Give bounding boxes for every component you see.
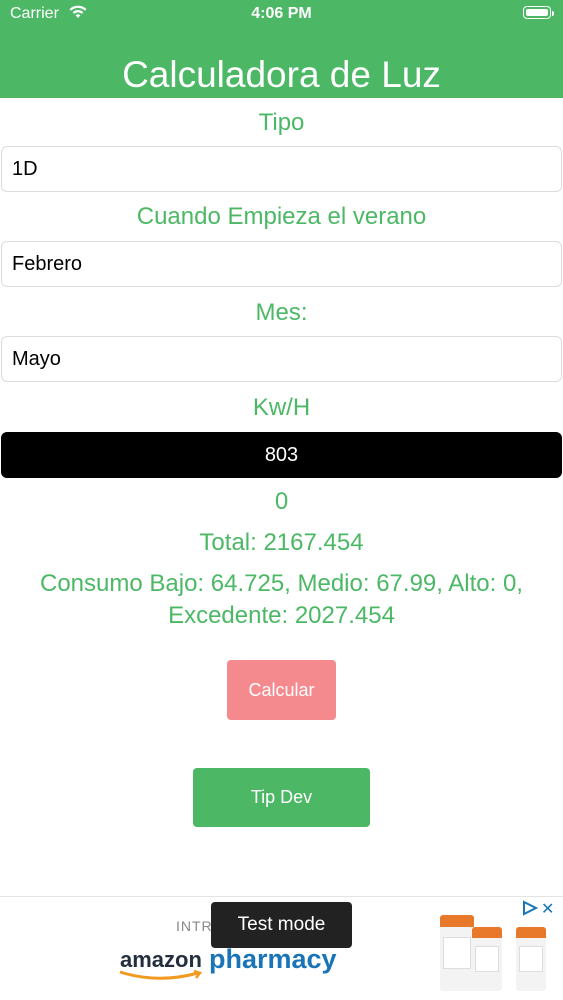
calcular-button[interactable]: Calcular: [227, 660, 336, 720]
ad-banner[interactable]: INTR amazon pharmacy Test mode ✕: [0, 896, 563, 991]
verano-field[interactable]: Febrero: [1, 241, 562, 287]
total-result: Total: 2167.454: [199, 529, 364, 556]
kwh-input[interactable]: 803: [1, 432, 562, 478]
close-icon[interactable]: ✕: [541, 899, 554, 919]
tip-dev-button[interactable]: Tip Dev: [193, 768, 370, 827]
mes-field[interactable]: Mayo: [1, 336, 562, 382]
tipo-label: Tipo: [258, 109, 305, 136]
tipo-field[interactable]: 1D: [1, 146, 562, 192]
verano-label: Cuando Empieza el verano: [136, 203, 427, 230]
status-bar: Carrier 4:06 PM: [0, 0, 563, 30]
clock: 4:06 PM: [251, 5, 312, 22]
amazon-smile-icon: [118, 969, 208, 987]
ad-intro-text: INTR: [176, 918, 213, 934]
page-title: Calculadora de Luz: [122, 54, 441, 95]
kwh-label: Kw/H: [252, 394, 311, 421]
test-mode-badge: Test mode: [211, 902, 352, 948]
result-zero: 0: [274, 488, 289, 515]
adchoices-icon[interactable]: [521, 900, 539, 921]
consumo-result-line2: Excedente: 2027.454: [168, 602, 395, 629]
battery-icon: [523, 6, 554, 19]
mes-label: Mes:: [255, 299, 308, 326]
consumo-result-line1: Consumo Bajo: 64.725, Medio: 67.99, Alto…: [40, 570, 523, 597]
ad-product: pharmacy: [209, 944, 337, 974]
